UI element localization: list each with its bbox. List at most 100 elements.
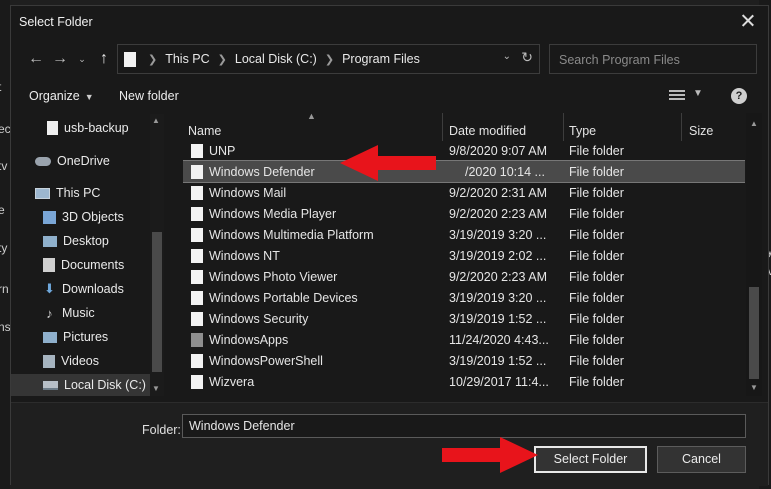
chevron-down-icon[interactable]: ⌄ bbox=[503, 51, 511, 62]
cloud-icon bbox=[35, 156, 51, 166]
scroll-down-icon[interactable]: ▼ bbox=[152, 384, 160, 393]
new-folder-button[interactable]: New folder bbox=[119, 89, 179, 103]
select-folder-button[interactable]: Select Folder bbox=[534, 446, 647, 473]
column-header-date-modified[interactable]: Date modified bbox=[449, 124, 526, 138]
column-divider[interactable] bbox=[442, 113, 443, 141]
list-item[interactable]: WindowsApps 11/24/2020 4:43... File fold… bbox=[183, 329, 745, 350]
sidebar-item-3d-objects[interactable]: 3D Objects bbox=[11, 206, 151, 228]
list-item-selected[interactable]: Windows Defender /2020 10:14 ... File fo… bbox=[183, 160, 745, 183]
item-type: File folder bbox=[569, 270, 624, 284]
chevron-right-icon[interactable]: ❯ bbox=[325, 53, 334, 66]
sidebar-item-desktop[interactable]: Desktop bbox=[11, 230, 151, 252]
list-item[interactable]: UNP 9/8/2020 9:07 AM File folder bbox=[183, 140, 745, 161]
navigation-pane: usb-backup OneDrive This PC 3D Objects D… bbox=[11, 113, 167, 396]
breadcrumb-program-files[interactable]: Program Files bbox=[342, 52, 420, 66]
list-item[interactable]: WindowsPowerShell 3/19/2019 1:52 ... Fil… bbox=[183, 350, 745, 371]
sidebar-item-music[interactable]: ♪ Music bbox=[11, 302, 151, 324]
sidebar-item-label: 3D Objects bbox=[62, 210, 124, 224]
scrollbar-thumb[interactable] bbox=[749, 287, 759, 379]
close-icon[interactable] bbox=[738, 11, 758, 31]
breadcrumb-this-pc[interactable]: This PC bbox=[165, 52, 209, 66]
item-name: Windows Portable Devices bbox=[209, 291, 358, 305]
list-header: ▲ Name Date modified Type Size bbox=[183, 113, 745, 143]
organize-label: Organize bbox=[29, 89, 80, 103]
pictures-icon bbox=[43, 331, 57, 343]
column-header-type[interactable]: Type bbox=[569, 124, 596, 138]
refresh-icon[interactable]: ↻ bbox=[521, 49, 533, 66]
sidebar-item-local-disk[interactable]: Local Disk (C:) bbox=[11, 374, 151, 396]
item-name: Windows Multimedia Platform bbox=[209, 228, 374, 242]
column-header-name[interactable]: Name bbox=[188, 124, 221, 138]
view-details-icon[interactable] bbox=[669, 90, 685, 102]
chevron-right-icon[interactable]: ❯ bbox=[218, 53, 227, 66]
caret-down-icon[interactable]: ▼ bbox=[693, 88, 703, 99]
sort-ascending-icon: ▲ bbox=[307, 113, 316, 121]
file-list-scrollbar[interactable]: ▲ ▼ bbox=[746, 113, 762, 396]
download-icon: ⬇ bbox=[44, 281, 55, 296]
select-folder-dialog: Select Folder ← → ⌄ ↑ ❯ This PC ❯ Local … bbox=[10, 5, 769, 486]
scroll-down-icon[interactable]: ▼ bbox=[750, 383, 758, 392]
column-divider[interactable] bbox=[681, 113, 682, 141]
title-bar: Select Folder bbox=[11, 6, 768, 36]
sidebar-item-videos[interactable]: Videos bbox=[11, 350, 151, 372]
folder-icon bbox=[191, 291, 203, 305]
sidebar-scrollbar[interactable]: ▲ ▼ bbox=[150, 114, 164, 396]
folder-icon bbox=[191, 270, 203, 284]
item-name: Windows Media Player bbox=[209, 207, 337, 221]
item-name: Windows Defender bbox=[209, 165, 315, 179]
list-item[interactable]: Windows Mail 9/2/2020 2:31 AM File folde… bbox=[183, 182, 745, 203]
scroll-up-icon[interactable]: ▲ bbox=[152, 116, 160, 125]
sidebar-item-onedrive[interactable]: OneDrive bbox=[11, 150, 151, 172]
item-name: WindowsApps bbox=[209, 333, 289, 347]
recent-locations-dropdown-icon[interactable]: ⌄ bbox=[71, 48, 93, 70]
sidebar-item-label: Downloads bbox=[62, 282, 124, 296]
item-type: File folder bbox=[569, 375, 624, 389]
list-item[interactable]: Windows Security 3/19/2019 1:52 ... File… bbox=[183, 308, 745, 329]
scrollbar-thumb[interactable] bbox=[152, 232, 162, 372]
item-type: File folder bbox=[569, 228, 624, 242]
list-item[interactable]: Wizvera 10/29/2017 11:4... File folder bbox=[183, 371, 745, 392]
item-name: Wizvera bbox=[209, 375, 255, 389]
sidebar-item-label: Documents bbox=[61, 258, 125, 272]
cancel-button[interactable]: Cancel bbox=[657, 446, 746, 473]
search-placeholder: Search Program Files bbox=[559, 53, 680, 67]
item-date: 3/19/2019 1:52 ... bbox=[449, 354, 547, 368]
folder-icon bbox=[191, 144, 203, 158]
item-date: 10/29/2017 11:4... bbox=[449, 375, 549, 389]
list-item[interactable]: Windows Multimedia Platform 3/19/2019 3:… bbox=[183, 224, 745, 245]
item-type: File folder bbox=[569, 312, 624, 326]
item-date: 11/24/2020 4:43... bbox=[449, 333, 549, 347]
sidebar-item-usb-backup[interactable]: usb-backup bbox=[11, 117, 151, 139]
chevron-right-icon[interactable]: ❯ bbox=[148, 53, 157, 66]
documents-icon bbox=[43, 258, 55, 272]
arrow-left-icon[interactable]: ← bbox=[25, 48, 47, 70]
organize-button[interactable]: Organize ▼ bbox=[29, 89, 94, 103]
navigation-bar: ← → ⌄ ↑ ❯ This PC ❯ Local Disk (C:) ❯ Pr… bbox=[11, 42, 768, 76]
background-app-left: t ec tv e ty rn ns bbox=[0, 0, 11, 489]
sidebar-item-label: usb-backup bbox=[64, 121, 129, 135]
list-item[interactable]: Windows NT 3/19/2019 2:02 ... File folde… bbox=[183, 245, 745, 266]
sidebar-item-label: OneDrive bbox=[57, 154, 110, 168]
arrow-right-icon[interactable]: → bbox=[49, 48, 71, 70]
list-item[interactable]: Windows Media Player 9/2/2020 2:23 AM Fi… bbox=[183, 203, 745, 224]
sidebar-item-pictures[interactable]: Pictures bbox=[11, 326, 151, 348]
search-input[interactable]: Search Program Files bbox=[549, 44, 757, 74]
item-date: 9/2/2020 2:23 AM bbox=[449, 270, 547, 284]
item-name: Windows Security bbox=[209, 312, 309, 326]
scroll-up-icon[interactable]: ▲ bbox=[750, 119, 758, 128]
list-item[interactable]: Windows Photo Viewer 9/2/2020 2:23 AM Fi… bbox=[183, 266, 745, 287]
sidebar-item-this-pc[interactable]: This PC bbox=[11, 182, 151, 204]
item-name: UNP bbox=[209, 144, 236, 158]
column-header-size[interactable]: Size bbox=[689, 124, 713, 138]
folder-icon bbox=[191, 207, 203, 221]
sidebar-item-documents[interactable]: Documents bbox=[11, 254, 151, 276]
address-bar[interactable]: ❯ This PC ❯ Local Disk (C:) ❯ Program Fi… bbox=[117, 44, 540, 74]
column-divider[interactable] bbox=[563, 113, 564, 141]
sidebar-item-downloads[interactable]: ⬇ Downloads bbox=[11, 278, 151, 300]
help-icon[interactable]: ? bbox=[731, 88, 747, 104]
breadcrumb-local-disk[interactable]: Local Disk (C:) bbox=[235, 52, 317, 66]
arrow-up-icon[interactable]: ↑ bbox=[93, 48, 115, 70]
item-date: 9/8/2020 9:07 AM bbox=[449, 144, 547, 158]
toolbar: Organize ▼ New folder ▼ ? bbox=[11, 82, 768, 110]
list-item[interactable]: Windows Portable Devices 3/19/2019 3:20 … bbox=[183, 287, 745, 308]
